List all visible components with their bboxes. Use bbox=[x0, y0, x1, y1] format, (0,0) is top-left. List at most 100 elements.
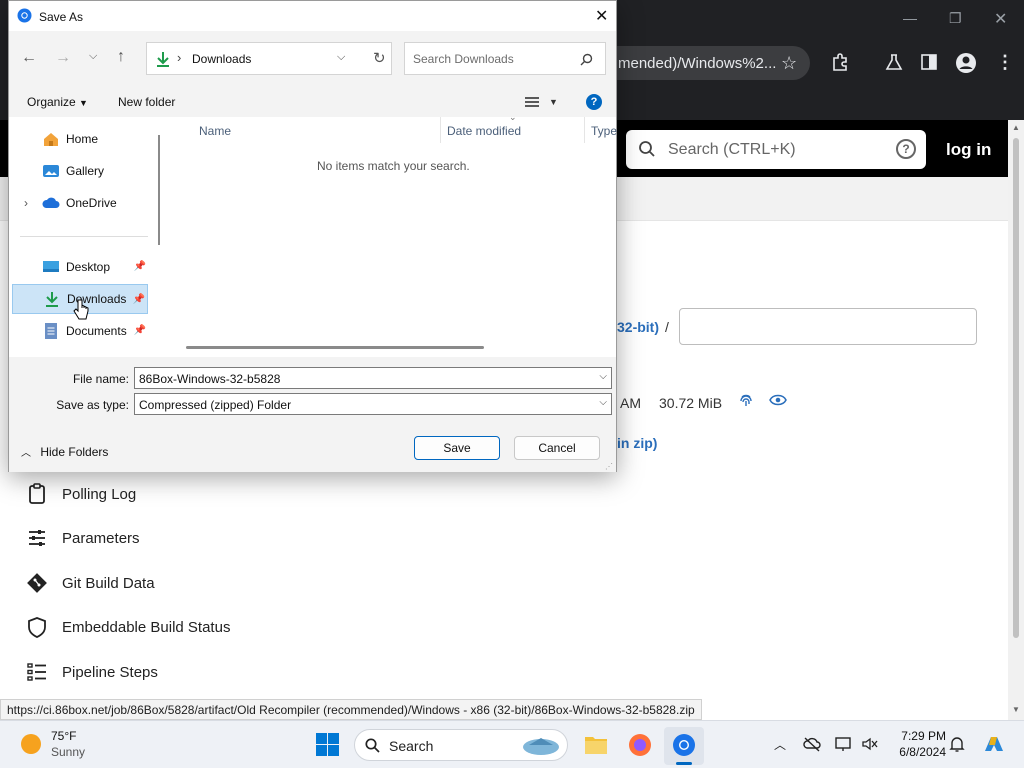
artifact-path-fragment[interactable]: 32-bit) bbox=[617, 319, 659, 335]
gallery-icon bbox=[43, 165, 59, 177]
fingerprint-icon[interactable] bbox=[738, 392, 754, 408]
sidebar-item-git-build-data[interactable]: Git Build Data bbox=[26, 572, 155, 594]
sidebar-item-embeddable-build-status[interactable]: Embeddable Build Status bbox=[26, 616, 230, 638]
profile-icon[interactable] bbox=[955, 52, 977, 74]
weather-description[interactable]: Sunny bbox=[51, 745, 85, 759]
windows-start-icon[interactable] bbox=[316, 733, 339, 756]
chrome-icon[interactable] bbox=[672, 733, 696, 757]
view-options-icon[interactable] bbox=[525, 96, 539, 108]
sidebar-item-parameters[interactable]: Parameters bbox=[26, 527, 140, 549]
organize-button[interactable]: Organize ▼ bbox=[27, 95, 88, 109]
new-folder-button[interactable]: New folder bbox=[118, 95, 175, 109]
volume-muted-icon[interactable] bbox=[862, 737, 878, 751]
network-icon[interactable] bbox=[835, 736, 851, 752]
menu-kebab-icon[interactable]: ⋮ bbox=[996, 53, 1014, 71]
labs-flask-icon[interactable] bbox=[885, 53, 903, 71]
file-explorer-icon[interactable] bbox=[584, 733, 608, 755]
path-breadcrumb[interactable]: › Downloads ⌵ ↻ bbox=[146, 42, 392, 75]
scroll-down-arrow-icon[interactable]: ▼ bbox=[1012, 705, 1020, 714]
nav-item-desktop[interactable]: Desktop 📌 bbox=[12, 252, 148, 282]
clock-date[interactable]: 6/8/2024 bbox=[890, 745, 946, 759]
artifact-filter-input[interactable] bbox=[679, 308, 977, 345]
weather-sun-icon[interactable] bbox=[20, 733, 42, 755]
pin-icon[interactable]: 📌 bbox=[133, 294, 145, 305]
chevron-down-icon[interactable]: ⌵ bbox=[599, 397, 607, 408]
window-minimize-icon[interactable]: — bbox=[903, 10, 917, 26]
firefox-icon[interactable] bbox=[628, 733, 652, 757]
cloud-icon bbox=[42, 197, 60, 208]
pin-icon[interactable]: 📌 bbox=[134, 325, 146, 336]
sidebar-item-polling-log[interactable]: Polling Log bbox=[26, 483, 136, 505]
eye-icon[interactable] bbox=[769, 393, 787, 407]
nav-item-gallery[interactable]: Gallery bbox=[12, 156, 148, 186]
side-panel-icon[interactable] bbox=[921, 54, 937, 70]
cloud-offline-icon[interactable] bbox=[803, 736, 821, 752]
page-scrollbar-thumb-visible[interactable] bbox=[1013, 138, 1019, 638]
nav-item-onedrive[interactable]: › OneDrive bbox=[12, 188, 148, 218]
path-label[interactable]: Downloads bbox=[192, 52, 251, 66]
hide-folders-button[interactable]: ︿ Hide Folders bbox=[21, 444, 108, 459]
star-icon[interactable]: ☆ bbox=[781, 54, 797, 72]
column-separator[interactable] bbox=[584, 117, 585, 143]
sidebar-item-pipeline-steps[interactable]: Pipeline Steps bbox=[26, 661, 158, 683]
expand-chevron-icon[interactable]: › bbox=[24, 196, 28, 210]
close-icon[interactable]: ✕ bbox=[595, 6, 608, 26]
tray-overflow-chevron-icon[interactable]: ︿ bbox=[774, 736, 786, 753]
breadcrumb-chevron-icon[interactable]: › bbox=[177, 50, 181, 65]
view-in-zip-link[interactable]: in zip) bbox=[617, 435, 657, 451]
download-icon bbox=[46, 292, 58, 307]
hide-folders-label: Hide Folders bbox=[40, 445, 109, 459]
save-button[interactable]: Save bbox=[414, 436, 500, 460]
column-header-date-modified[interactable]: Date modified bbox=[447, 124, 521, 138]
login-link[interactable]: log in bbox=[946, 140, 991, 160]
save-as-type-select[interactable]: Compressed (zipped) Folder ⌵ bbox=[134, 393, 612, 415]
column-separator[interactable] bbox=[440, 117, 441, 143]
column-header-type[interactable]: Type bbox=[591, 124, 617, 138]
forward-arrow-icon[interactable]: → bbox=[55, 49, 71, 67]
nav-item-home[interactable]: Home bbox=[12, 124, 148, 154]
file-name-input[interactable]: 86Box-Windows-32-b5828 ⌵ bbox=[134, 367, 612, 389]
sidebar-item-label: Pipeline Steps bbox=[62, 663, 158, 681]
cancel-button[interactable]: Cancel bbox=[514, 436, 600, 460]
path-separator: / bbox=[665, 319, 669, 335]
desktop-icon bbox=[43, 261, 59, 272]
git-icon bbox=[27, 573, 47, 593]
chrome-icon bbox=[17, 8, 32, 23]
recent-locations-chevron-icon[interactable]: ⌵ bbox=[89, 50, 97, 63]
column-header-name[interactable]: Name bbox=[199, 124, 231, 138]
scroll-up-arrow-icon[interactable]: ▲ bbox=[1012, 123, 1020, 132]
site-search-box[interactable]: Search (CTRL+K) ? bbox=[626, 130, 926, 169]
refresh-icon[interactable]: ↻ bbox=[373, 49, 386, 67]
document-icon bbox=[45, 323, 57, 339]
search-icon bbox=[580, 53, 593, 66]
back-arrow-icon[interactable]: ← bbox=[21, 49, 37, 67]
path-dropdown-chevron-icon[interactable]: ⌵ bbox=[337, 51, 345, 64]
horizontal-scrollbar-thumb[interactable] bbox=[186, 346, 484, 349]
clock-time[interactable]: 7:29 PM bbox=[896, 729, 946, 743]
extensions-icon[interactable] bbox=[831, 53, 849, 71]
weather-temperature[interactable]: 75°F bbox=[51, 729, 76, 743]
navigation-scrollbar-thumb[interactable] bbox=[158, 135, 160, 245]
save-as-type-label: Save as type: bbox=[56, 398, 129, 412]
help-icon[interactable]: ? bbox=[586, 94, 602, 110]
resize-grip-icon[interactable]: ⋰ bbox=[605, 462, 613, 471]
up-arrow-icon[interactable]: ↑ bbox=[117, 48, 125, 66]
search-icon bbox=[365, 738, 380, 753]
chevron-down-icon[interactable]: ⌵ bbox=[599, 371, 607, 382]
pin-icon[interactable]: 📌 bbox=[134, 261, 146, 272]
page-scrollbar[interactable]: ▲ ▼ bbox=[1008, 120, 1024, 720]
list-icon bbox=[27, 663, 46, 681]
navigation-scrollbar[interactable] bbox=[155, 117, 165, 357]
copilot-icon[interactable] bbox=[982, 733, 1006, 757]
dialog-search-input[interactable]: Search Downloads bbox=[404, 42, 606, 75]
help-icon[interactable]: ? bbox=[896, 139, 916, 159]
taskbar-search-box[interactable]: Search bbox=[354, 729, 568, 761]
search-icon bbox=[639, 141, 655, 157]
window-restore-icon[interactable]: ❐ bbox=[949, 10, 962, 27]
chevron-up-icon: ︿ bbox=[21, 448, 31, 459]
window-close-icon[interactable]: ✕ bbox=[994, 9, 1007, 29]
save-as-dialog: Save As ✕ ← → ⌵ ↑ › Downloads ⌵ ↻ Search… bbox=[8, 0, 617, 472]
dialog-title: Save As bbox=[39, 10, 84, 24]
notification-bell-icon[interactable] bbox=[949, 736, 965, 752]
view-options-chevron-icon[interactable]: ▼ bbox=[549, 97, 558, 107]
